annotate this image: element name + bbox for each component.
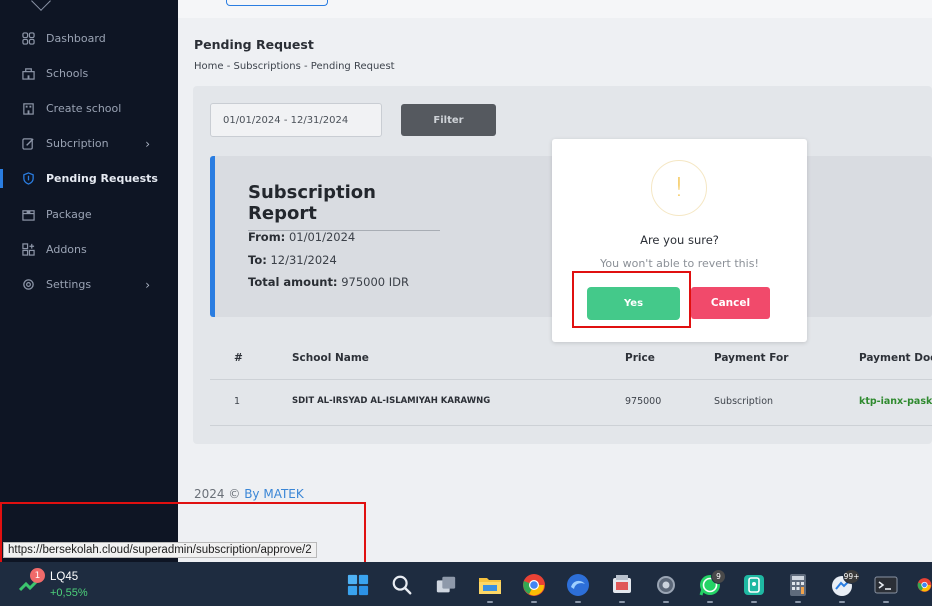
report-total: Total amount: 975000 IDR — [248, 275, 409, 289]
running-indicator — [839, 601, 845, 603]
sidebar-item-label: Subcription — [46, 137, 109, 150]
chrome-icon[interactable] — [917, 572, 932, 598]
calculator-icon[interactable] — [785, 572, 811, 598]
table-header-index: # — [234, 352, 243, 364]
filter-button[interactable]: Filter — [401, 104, 496, 136]
sidebar-item-label: Dashboard — [46, 32, 106, 45]
table-header-school-name: School Name — [292, 352, 369, 364]
running-indicator — [663, 601, 669, 603]
sidebar-item-label: Pending Requests — [46, 172, 158, 185]
table-cell-payment-doc-link[interactable]: ktp-ianx-pask — [859, 396, 932, 407]
dialog-title: Are you sure? — [640, 233, 719, 247]
header-button[interactable] — [226, 0, 328, 6]
app-badge: 99+ — [843, 569, 860, 584]
task-view-icon[interactable] — [433, 572, 459, 598]
terminal-icon[interactable] — [873, 572, 899, 598]
report-from: From: 01/01/2024 — [248, 230, 355, 244]
gear-icon — [21, 278, 35, 292]
sidebar-item-dashboard[interactable]: Dashboard — [0, 21, 178, 56]
shield-icon — [21, 172, 35, 186]
chevron-right-icon: › — [145, 277, 150, 292]
table-header-price: Price — [625, 352, 655, 364]
table-cell-payment-for: Subscription — [714, 396, 774, 407]
running-indicator — [883, 601, 889, 603]
table-divider — [210, 425, 932, 426]
chrome-icon[interactable] — [521, 572, 547, 598]
footer: 2024 © By MATEK — [194, 487, 304, 501]
sidebar-item-package[interactable]: Package — [0, 197, 178, 232]
sidebar-item-label: Package — [46, 208, 92, 221]
report-from-value: 01/01/2024 — [288, 230, 356, 244]
report-total-value: 975000 IDR — [341, 275, 409, 289]
sidebar-item-label: Create school — [46, 102, 122, 115]
file-explorer-icon[interactable] — [477, 572, 503, 598]
running-indicator — [707, 601, 713, 603]
report-from-label: From: — [248, 230, 286, 244]
stock-name: LQ45 — [50, 571, 79, 583]
sidebar-item-label: Schools — [46, 67, 89, 80]
sidebar-item-subcription[interactable]: Subcription › — [0, 126, 178, 161]
logo-chevron-icon[interactable] — [31, 0, 51, 11]
windows-start-icon[interactable] — [345, 572, 371, 598]
report-title: Subscription Report — [248, 182, 440, 231]
active-indicator — [0, 169, 3, 188]
running-indicator — [487, 601, 493, 603]
grid-icon — [21, 32, 35, 46]
warning-icon: ! — [651, 160, 707, 216]
addons-icon — [21, 243, 35, 257]
running-indicator — [751, 601, 757, 603]
table-cell-price: 975000 — [625, 396, 662, 407]
cancel-button[interactable]: Cancel — [691, 287, 770, 319]
building-icon — [21, 102, 35, 116]
report-to-value: 12/31/2024 — [270, 253, 337, 267]
date-range-input[interactable] — [210, 103, 382, 137]
highlight-box-yes — [572, 271, 691, 328]
sidebar: Dashboard Schools Create school Subcript… — [0, 0, 178, 562]
settings-gear-icon[interactable] — [653, 572, 679, 598]
report-to-label: To: — [248, 253, 267, 267]
footer-link[interactable]: By MATEK — [244, 487, 304, 501]
stock-badge: 1 — [30, 568, 45, 583]
edit-icon — [21, 137, 35, 151]
page-title: Pending Request — [194, 37, 314, 52]
search-icon[interactable] — [389, 572, 415, 598]
table-header-payment-for: Payment For — [714, 352, 789, 364]
report-to: To: 12/31/2024 — [248, 253, 337, 267]
report-total-label: Total amount: — [248, 275, 338, 289]
school-icon — [21, 67, 35, 81]
table-divider — [210, 379, 932, 380]
sidebar-item-addons[interactable]: Addons — [0, 232, 178, 267]
running-indicator — [795, 601, 801, 603]
sidebar-item-label: Settings — [46, 278, 92, 291]
phone-app-icon[interactable] — [741, 572, 767, 598]
running-indicator — [531, 601, 537, 603]
table-header-payment-doc: Payment Doc — [859, 352, 932, 364]
chevron-right-icon: › — [145, 136, 150, 151]
table-cell-school-name: SDIT AL-IRSYAD AL-ISLAMIYAH KARAWNG — [292, 396, 491, 406]
whatsapp-badge: 9 — [711, 569, 726, 584]
sidebar-item-create-school[interactable]: Create school — [0, 91, 178, 126]
sidebar-item-schools[interactable]: Schools — [0, 56, 178, 91]
browser-swirl-icon[interactable] — [565, 572, 591, 598]
table-cell-index: 1 — [234, 396, 241, 407]
printer-app-icon[interactable] — [609, 572, 635, 598]
running-indicator — [619, 601, 625, 603]
sidebar-item-label: Addons — [46, 243, 87, 256]
status-bar-url: https://bersekolah.cloud/superadmin/subs… — [3, 542, 317, 558]
running-indicator — [575, 601, 581, 603]
stock-change: +0,55% — [50, 587, 88, 599]
box-icon — [21, 208, 35, 222]
breadcrumb: Home - Subscriptions - Pending Request — [194, 61, 395, 72]
dialog-text: You won't able to revert this! — [600, 257, 759, 270]
footer-year: 2024 © — [194, 487, 241, 501]
sidebar-item-pending-requests[interactable]: Pending Requests — [0, 161, 178, 196]
sidebar-item-settings[interactable]: Settings › — [0, 267, 178, 302]
